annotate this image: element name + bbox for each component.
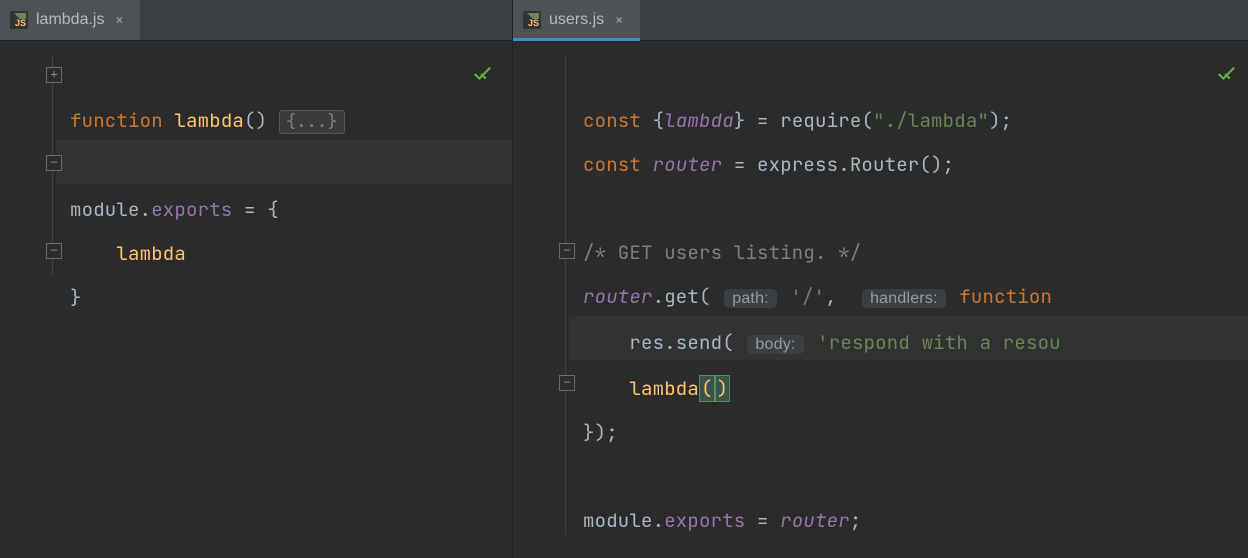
close-icon[interactable]: × <box>612 10 626 30</box>
inlay-hint-path: path: <box>724 289 777 308</box>
fold-collapse-icon[interactable] <box>559 243 575 259</box>
tab-bar-left: JS lambda.js × <box>0 0 512 41</box>
fold-collapse-icon[interactable] <box>46 155 62 171</box>
tab-lambda-js[interactable]: JS lambda.js × <box>0 0 140 40</box>
fold-expand-icon[interactable] <box>46 67 62 83</box>
code-editor-left[interactable]: function lambda() {...} module.exports =… <box>0 41 512 558</box>
close-icon[interactable]: × <box>112 10 126 30</box>
tab-bar-right: JS users.js × <box>513 0 1248 41</box>
editor-pane-left: JS lambda.js × function lambda() {...} m… <box>0 0 512 558</box>
fold-collapse-icon[interactable] <box>559 375 575 391</box>
inlay-hint-handlers: handlers: <box>862 289 946 308</box>
inlay-hint-body: body: <box>747 335 803 354</box>
bracket-match: ( <box>699 375 715 402</box>
tab-filename: users.js <box>549 11 604 29</box>
editor-pane-right: JS users.js × const {lambda} = require("… <box>512 0 1248 558</box>
js-file-icon: JS <box>10 11 28 29</box>
bracket-match: ) <box>715 375 731 402</box>
code-editor-right[interactable]: const {lambda} = require("./lambda"); co… <box>513 41 1248 558</box>
fold-collapse-icon[interactable] <box>46 243 62 259</box>
tab-filename: lambda.js <box>36 11 104 29</box>
folded-code-placeholder[interactable]: {...} <box>279 110 345 134</box>
js-file-icon: JS <box>523 11 541 29</box>
tab-users-js[interactable]: JS users.js × <box>513 0 640 40</box>
